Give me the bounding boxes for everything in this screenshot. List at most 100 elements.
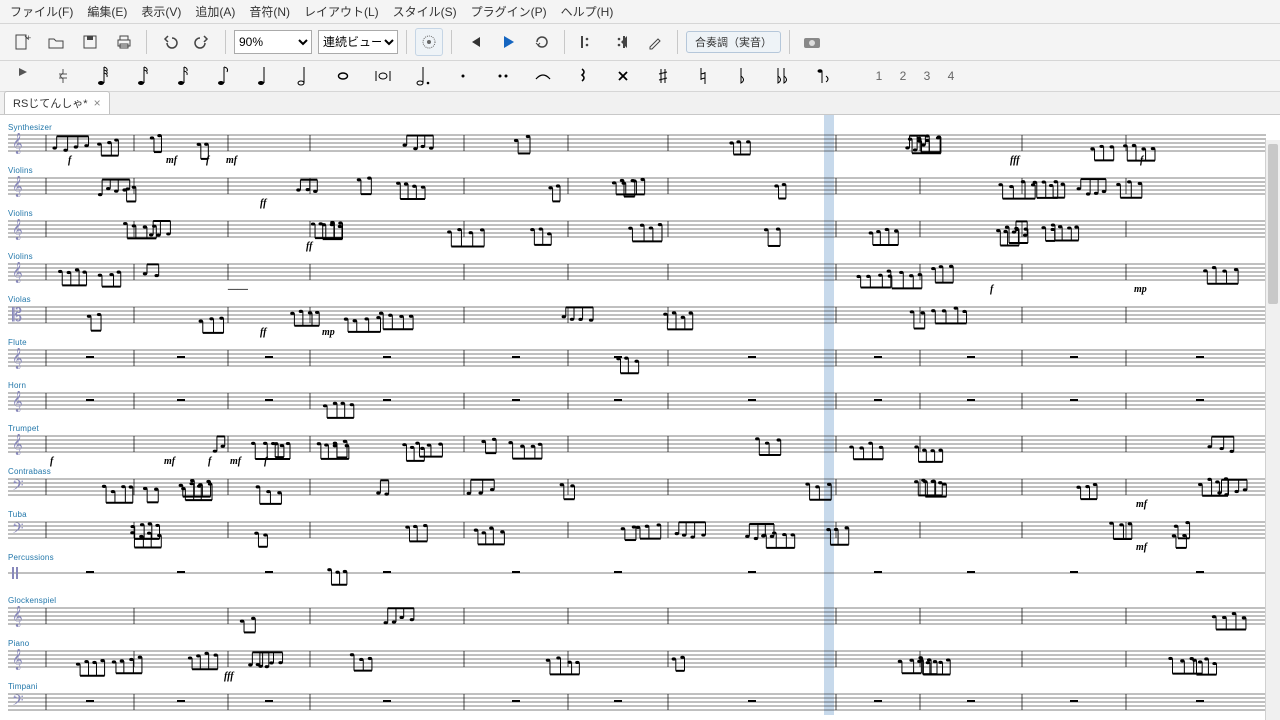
svg-text:𝄞: 𝄞 [12, 133, 23, 154]
svg-text:𝄞: 𝄞 [12, 434, 23, 455]
tab-close-icon[interactable]: × [94, 96, 101, 110]
rewind-button[interactable] [460, 28, 488, 56]
svg-text:𝄢: 𝄢 [12, 477, 24, 497]
voice-1-button[interactable]: 1 [872, 69, 886, 83]
sharp-button[interactable] [648, 63, 678, 89]
svg-text:ff: ff [260, 327, 268, 338]
64th-note-button[interactable] [88, 63, 118, 89]
staff-row[interactable]: 𝄡ffmp [8, 305, 1266, 341]
svg-text:𝄞: 𝄞 [12, 219, 23, 240]
svg-text:mf: mf [166, 155, 179, 166]
svg-text:f: f [264, 456, 269, 467]
svg-text:𝄡: 𝄡 [12, 305, 22, 325]
flip-stem-button[interactable] [808, 63, 838, 89]
menu-layout[interactable]: レイアウト(L) [304, 3, 379, 20]
menu-plugins[interactable]: プラグイン(P) [471, 3, 547, 20]
loop-button[interactable] [528, 28, 556, 56]
double-whole-button[interactable] [368, 63, 398, 89]
svg-text:𝄞: 𝄞 [12, 262, 23, 283]
staff-row[interactable] [8, 563, 1266, 599]
staff-row[interactable]: 𝄞fff [8, 649, 1266, 685]
svg-text:mf: mf [230, 456, 243, 467]
svg-text:——: —— [227, 284, 248, 295]
staff-row[interactable]: 𝄢 mf [8, 520, 1266, 556]
staff-row[interactable]: 𝄞 —— f mp [8, 262, 1266, 298]
menu-add[interactable]: 追加(A) [195, 3, 235, 20]
tie-button[interactable] [528, 63, 558, 89]
screenshot-button[interactable] [798, 28, 826, 56]
instrument-label: Tuba [8, 510, 27, 519]
zoom-select[interactable]: 90% [234, 30, 312, 54]
svg-text:f: f [990, 284, 995, 295]
scrollbar-thumb[interactable] [1268, 144, 1278, 304]
double-flat-button[interactable] [768, 63, 798, 89]
staff-row[interactable]: 𝄞ff [8, 176, 1266, 212]
svg-text:𝄞: 𝄞 [12, 606, 23, 627]
svg-text:mf: mf [226, 155, 239, 166]
double-sharp-button[interactable] [608, 63, 638, 89]
save-button[interactable] [76, 28, 104, 56]
edit-mode-button[interactable] [641, 28, 669, 56]
repeat-start-button[interactable] [573, 28, 601, 56]
staff-row[interactable]: 𝄞 ff [8, 219, 1266, 255]
voice-3-button[interactable]: 3 [920, 69, 934, 83]
svg-text:𝄞: 𝄞 [12, 348, 23, 369]
svg-text:ff: ff [306, 241, 314, 252]
staff-row[interactable]: 𝄞 [8, 348, 1266, 384]
flat-button[interactable] [728, 63, 758, 89]
instrument-label: Violins [8, 166, 33, 175]
staff-row[interactable]: 𝄞fmffmff [8, 434, 1266, 470]
staff-row[interactable]: 𝄞 [8, 391, 1266, 427]
8th-note-button[interactable] [208, 63, 238, 89]
voice-4-button[interactable]: 4 [944, 69, 958, 83]
instrument-label: Percussions [8, 553, 54, 562]
staff-row[interactable]: 𝄞 [8, 606, 1266, 642]
svg-text:f: f [208, 456, 213, 467]
menu-edit[interactable]: 編集(E) [87, 3, 127, 20]
redo-button[interactable] [189, 28, 217, 56]
staff-row[interactable]: 𝄞fmffmfffff [8, 133, 1266, 169]
voice-2-button[interactable]: 2 [896, 69, 910, 83]
score-canvas[interactable]: Synthesizer𝄞fmffmfffffViolins𝄞ffViolins𝄞… [0, 115, 1280, 715]
svg-text:mp: mp [1134, 284, 1147, 295]
instrument-label: Synthesizer [8, 123, 52, 132]
16th-note-button[interactable] [168, 63, 198, 89]
play-button[interactable] [494, 28, 522, 56]
new-file-button[interactable]: + [8, 28, 36, 56]
instrument-label: Violins [8, 209, 33, 218]
natural-button[interactable] [688, 63, 718, 89]
double-dot-button[interactable] [488, 63, 518, 89]
repeat-end-button[interactable] [607, 28, 635, 56]
instrument-label: Violas [8, 295, 31, 304]
open-file-button[interactable] [42, 28, 70, 56]
svg-text:𝄞: 𝄞 [12, 649, 23, 670]
32nd-note-button[interactable] [128, 63, 158, 89]
svg-text:mf: mf [1136, 542, 1149, 553]
vertical-scrollbar[interactable] [1265, 140, 1280, 720]
view-mode-select[interactable]: 連続ビュー [318, 30, 398, 54]
menu-view[interactable]: 表示(V) [141, 3, 181, 20]
svg-text:f: f [68, 155, 73, 166]
metronome-button[interactable] [415, 28, 443, 56]
svg-text:𝄢: 𝄢 [12, 520, 24, 540]
menu-style[interactable]: スタイル(S) [393, 3, 457, 20]
dot-note-button[interactable] [408, 63, 438, 89]
staff-row[interactable]: 𝄢 [8, 692, 1266, 715]
whole-note-button[interactable] [328, 63, 358, 89]
undo-button[interactable] [155, 28, 183, 56]
document-tab[interactable]: RSじてんしゃ* × [4, 91, 110, 114]
quarter-note-button[interactable] [248, 63, 278, 89]
note-input-mode-button[interactable] [8, 63, 38, 89]
rest-toggle-button[interactable] [48, 63, 78, 89]
rest-button[interactable] [568, 63, 598, 89]
single-dot-button[interactable] [448, 63, 478, 89]
svg-text:f: f [50, 456, 55, 467]
document-tab-bar: RSじてんしゃ* × [0, 92, 1280, 115]
menu-file[interactable]: ファイル(F) [10, 3, 73, 20]
concert-pitch-button[interactable]: 合奏調（実音） [686, 31, 781, 53]
half-note-button[interactable] [288, 63, 318, 89]
menu-help[interactable]: ヘルプ(H) [561, 3, 614, 20]
staff-row[interactable]: 𝄢mf [8, 477, 1266, 513]
print-button[interactable] [110, 28, 138, 56]
menu-notes[interactable]: 音符(N) [249, 3, 290, 20]
